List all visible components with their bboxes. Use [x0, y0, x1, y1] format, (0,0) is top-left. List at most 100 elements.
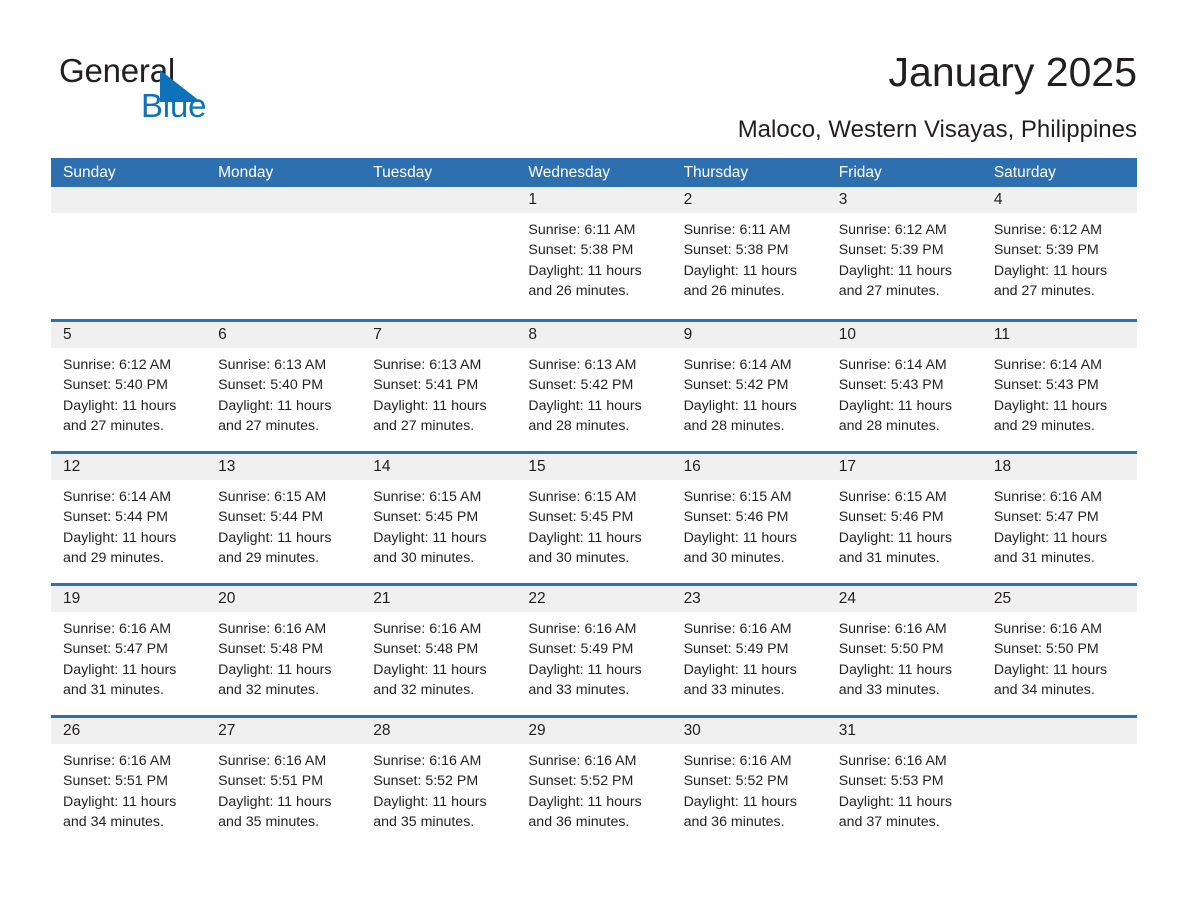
sunrise-text: Sunrise: 6:16 AM — [218, 753, 327, 769]
daylight-text-line2: and 30 minutes. — [683, 549, 785, 566]
general-blue-logo[interactable]: General Blue — [59, 52, 269, 132]
sunrise-text: Sunrise: 6:15 AM — [838, 489, 947, 505]
logo-text-general: General — [59, 52, 176, 89]
daylight-text-line2: and 33 minutes. — [528, 681, 630, 698]
calendar-day-cell[interactable]: 18 Sunrise: 6:16 AM Sunset: 5:47 PM Dayligh… — [981, 454, 1137, 583]
weekday-header-thursday: Thursday — [683, 164, 749, 181]
day-number — [206, 187, 362, 213]
daylight-text-line1: Daylight: 11 hours — [838, 661, 953, 678]
calendar-day-cell-empty — [981, 718, 1137, 847]
day-number: 21 — [361, 586, 517, 612]
calendar-day-cell[interactable]: 5 Sunrise: 6:12 AM Sunset: 5:40 PM Daylight… — [51, 322, 207, 451]
page-header: General Blue January 2025 Maloco, Wester… — [51, 40, 1137, 148]
calendar-day-cell[interactable]: 2 Sunrise: 6:11 AM Sunset: 5:38 PM Daylight… — [671, 187, 827, 319]
day-number — [361, 187, 517, 213]
daylight-text-line2: and 32 minutes. — [373, 681, 475, 698]
weekday-header-sunday: Sunday — [63, 164, 116, 181]
calendar-day-cell[interactable]: 14 Sunrise: 6:15 AM Sunset: 5:45 PM Dayligh… — [361, 454, 517, 583]
sunset-text: Sunset: 5:40 PM — [63, 377, 168, 394]
calendar-week-row: 12 Sunrise: 6:14 AM Sunset: 5:44 PM Dayligh… — [51, 451, 1137, 583]
sunrise-text: Sunrise: 6:14 AM — [838, 357, 947, 373]
day-detail: Sunrise: 6:16 AM Sunset: 5:48 PM Daylight:… — [206, 612, 361, 700]
calendar-day-cell[interactable]: 9 Sunrise: 6:14 AM Sunset: 5:42 PM Daylight… — [671, 322, 827, 451]
calendar-day-cell[interactable]: 8 Sunrise: 6:13 AM Sunset: 5:42 PM Daylight… — [516, 322, 672, 451]
sunrise-text: Sunrise: 6:16 AM — [993, 489, 1102, 505]
calendar-day-cell[interactable]: 6 Sunrise: 6:13 AM Sunset: 5:40 PM Daylight… — [206, 322, 362, 451]
sunrise-text: Sunrise: 6:14 AM — [683, 357, 792, 373]
calendar-day-cell[interactable]: 24 Sunrise: 6:16 AM Sunset: 5:50 PM Dayligh… — [826, 586, 982, 715]
sunrise-text: Sunrise: 6:12 AM — [63, 357, 172, 373]
calendar-day-cell[interactable]: 26 Sunrise: 6:16 AM Sunset: 5:51 PM Dayligh… — [51, 718, 207, 847]
calendar-day-cell[interactable]: 22 Sunrise: 6:16 AM Sunset: 5:49 PM Dayligh… — [516, 586, 672, 715]
calendar-day-cell[interactable]: 25 Sunrise: 6:16 AM Sunset: 5:50 PM Dayligh… — [981, 586, 1137, 715]
day-number: 28 — [361, 718, 517, 744]
day-detail: Sunrise: 6:11 AM Sunset: 5:38 PM Daylight:… — [516, 213, 671, 301]
logo-text-blue: Blue — [141, 87, 207, 124]
calendar-day-cell[interactable]: 10 Sunrise: 6:14 AM Sunset: 5:43 PM Dayligh… — [826, 322, 982, 451]
sunrise-text: Sunrise: 6:15 AM — [218, 489, 327, 505]
calendar-day-cell[interactable]: 3 Sunrise: 6:12 AM Sunset: 5:39 PM Daylight… — [826, 187, 982, 319]
calendar-day-cell[interactable]: 17 Sunrise: 6:15 AM Sunset: 5:46 PM Dayligh… — [826, 454, 982, 583]
calendar-day-cell[interactable]: 29 Sunrise: 6:16 AM Sunset: 5:52 PM Dayligh… — [516, 718, 672, 847]
day-detail: Sunrise: 6:12 AM Sunset: 5:39 PM Daylight:… — [827, 213, 982, 301]
daylight-text-line2: and 37 minutes. — [838, 813, 940, 830]
calendar-day-cell[interactable]: 4 Sunrise: 6:12 AM Sunset: 5:39 PM Daylight… — [981, 187, 1137, 319]
daylight-text-line2: and 31 minutes. — [63, 681, 164, 698]
daylight-text-line1: Daylight: 11 hours — [683, 397, 797, 414]
calendar-day-cell[interactable]: 20 Sunrise: 6:16 AM Sunset: 5:48 PM Dayligh… — [206, 586, 362, 715]
calendar-day-cell[interactable]: 27 Sunrise: 6:16 AM Sunset: 5:51 PM Dayligh… — [206, 718, 362, 847]
sunset-text: Sunset: 5:49 PM — [528, 641, 634, 658]
daylight-text-line2: and 28 minutes. — [528, 417, 630, 434]
day-detail: Sunrise: 6:11 AM Sunset: 5:38 PM Daylight:… — [672, 213, 827, 301]
day-detail: Sunrise: 6:16 AM Sunset: 5:51 PM Daylight:… — [51, 744, 206, 832]
day-number: 31 — [826, 718, 982, 744]
calendar-day-cell[interactable]: 11 Sunrise: 6:14 AM Sunset: 5:43 PM Dayligh… — [981, 322, 1137, 451]
sunset-text: Sunset: 5:40 PM — [218, 377, 324, 394]
calendar-day-cell[interactable]: 19 Sunrise: 6:16 AM Sunset: 5:47 PM Dayligh… — [51, 586, 207, 715]
daylight-text-line1: Daylight: 11 hours — [373, 529, 487, 546]
calendar-day-cell[interactable]: 31 Sunrise: 6:16 AM Sunset: 5:53 PM Dayligh… — [826, 718, 982, 847]
daylight-text-line1: Daylight: 11 hours — [218, 397, 332, 414]
calendar-day-cell[interactable]: 12 Sunrise: 6:14 AM Sunset: 5:44 PM Dayligh… — [51, 454, 207, 583]
sunset-text: Sunset: 5:39 PM — [993, 242, 1099, 259]
sunset-text: Sunset: 5:52 PM — [373, 773, 479, 790]
calendar-day-cell[interactable]: 13 Sunrise: 6:15 AM Sunset: 5:44 PM Dayligh… — [206, 454, 362, 583]
day-number — [51, 187, 207, 213]
sunset-text: Sunset: 5:49 PM — [683, 641, 789, 658]
daylight-text-line1: Daylight: 11 hours — [528, 397, 642, 414]
calendar-day-cell[interactable]: 15 Sunrise: 6:15 AM Sunset: 5:45 PM Dayligh… — [516, 454, 672, 583]
sunset-text: Sunset: 5:45 PM — [528, 509, 634, 526]
day-number: 3 — [826, 187, 982, 213]
calendar-day-cell[interactable]: 30 Sunrise: 6:16 AM Sunset: 5:52 PM Dayligh… — [671, 718, 827, 847]
day-detail: Sunrise: 6:14 AM Sunset: 5:43 PM Daylight:… — [827, 348, 982, 436]
day-detail: Sunrise: 6:15 AM Sunset: 5:45 PM Daylight:… — [516, 480, 671, 568]
sunset-text: Sunset: 5:50 PM — [993, 641, 1099, 658]
sunset-text: Sunset: 5:51 PM — [63, 773, 168, 790]
sunrise-text: Sunrise: 6:16 AM — [528, 621, 637, 637]
sunrise-text: Sunrise: 6:12 AM — [838, 222, 947, 238]
calendar-day-cell[interactable]: 16 Sunrise: 6:15 AM Sunset: 5:46 PM Dayligh… — [671, 454, 827, 583]
sunset-text: Sunset: 5:47 PM — [63, 641, 168, 658]
calendar-day-cell[interactable]: 1 Sunrise: 6:11 AM Sunset: 5:38 PM Daylight… — [516, 187, 672, 319]
day-number: 14 — [361, 454, 517, 480]
calendar-day-cell[interactable]: 28 Sunrise: 6:16 AM Sunset: 5:52 PM Dayligh… — [361, 718, 517, 847]
calendar-day-cell[interactable]: 21 Sunrise: 6:16 AM Sunset: 5:48 PM Dayligh… — [361, 586, 517, 715]
sunrise-text: Sunrise: 6:16 AM — [838, 753, 947, 769]
daylight-text-line2: and 36 minutes. — [528, 813, 630, 830]
calendar-day-cell[interactable]: 7 Sunrise: 6:13 AM Sunset: 5:41 PM Daylight… — [361, 322, 517, 451]
sunset-text: Sunset: 5:43 PM — [993, 377, 1099, 394]
daylight-text-line2: and 27 minutes. — [63, 417, 164, 434]
day-detail: Sunrise: 6:14 AM Sunset: 5:43 PM Daylight:… — [982, 348, 1137, 436]
daylight-text-line1: Daylight: 11 hours — [993, 397, 1108, 414]
day-number: 19 — [51, 586, 207, 612]
calendar-day-cell[interactable]: 23 Sunrise: 6:16 AM Sunset: 5:49 PM Dayligh… — [671, 586, 827, 715]
sunset-text: Sunset: 5:38 PM — [528, 242, 634, 259]
sunrise-text: Sunrise: 6:16 AM — [218, 621, 327, 637]
daylight-text-line2: and 35 minutes. — [218, 813, 320, 830]
sunrise-text: Sunrise: 6:16 AM — [373, 621, 482, 637]
sunset-text: Sunset: 5:42 PM — [683, 377, 789, 394]
sunset-text: Sunset: 5:50 PM — [838, 641, 944, 658]
day-detail: Sunrise: 6:14 AM Sunset: 5:42 PM Daylight:… — [672, 348, 827, 436]
daylight-text-line1: Daylight: 11 hours — [373, 397, 487, 414]
daylight-text-line2: and 26 minutes. — [683, 282, 785, 299]
